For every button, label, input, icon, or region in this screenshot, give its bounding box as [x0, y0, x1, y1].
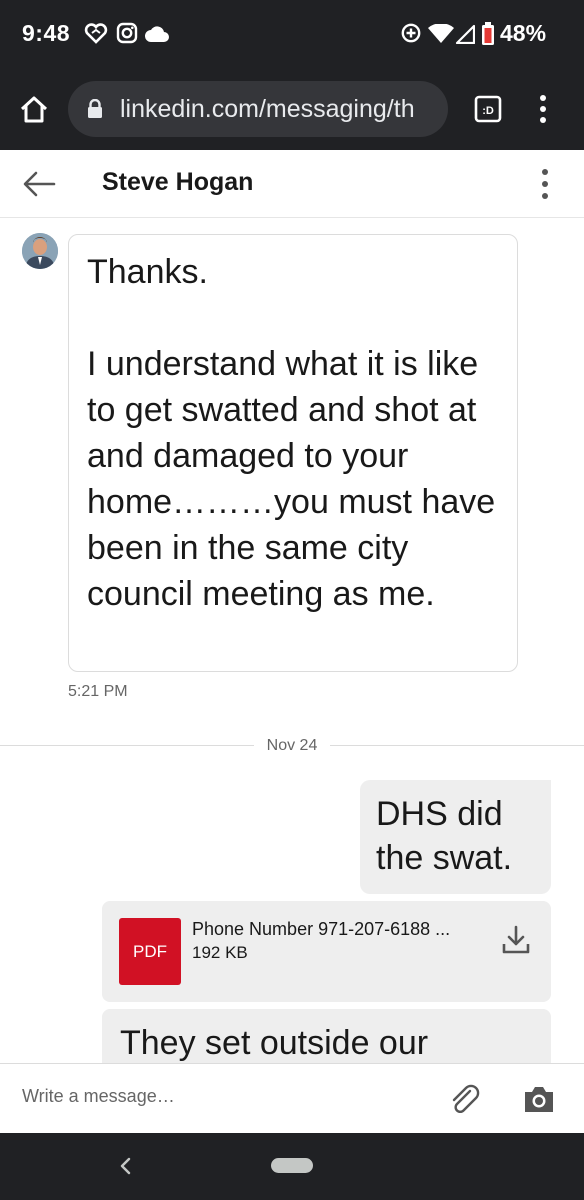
- avatar[interactable]: [22, 233, 58, 269]
- address-bar[interactable]: linkedin.com/messaging/th: [68, 81, 448, 137]
- attachment-file-size: 192 KB: [192, 943, 248, 962]
- status-bar: 9:48 48%: [0, 0, 584, 68]
- message-text: They set outside our: [120, 1024, 429, 1062]
- message-timestamp: 5:21 PM: [68, 683, 128, 700]
- cloud-icon: [145, 26, 169, 47]
- battery-percent: 48%: [500, 20, 547, 46]
- message-text: DHS did the swat.: [376, 795, 513, 877]
- heart-icon: [84, 22, 108, 49]
- message-input[interactable]: [22, 1080, 422, 1112]
- paperclip-icon[interactable]: [448, 1083, 482, 1117]
- signal-icon: [455, 24, 476, 49]
- instagram-icon: [116, 22, 138, 49]
- nav-home-pill[interactable]: [271, 1158, 313, 1173]
- data-saver-icon: [400, 22, 422, 49]
- attachment-file-name: Phone Number 971-207-6188 ...: [192, 919, 451, 939]
- status-time: 9:48: [22, 20, 71, 46]
- message-text: Thanks.: [87, 253, 208, 291]
- tab-switcher-label: :D: [482, 105, 494, 117]
- url-text: linkedin.com/messaging/th: [120, 95, 415, 123]
- system-navigation-bar: [0, 1133, 584, 1200]
- download-icon[interactable]: [500, 924, 532, 956]
- outgoing-message-bubble: DHS did the swat.: [360, 780, 551, 894]
- camera-icon[interactable]: [522, 1084, 556, 1114]
- lock-icon: [87, 98, 103, 124]
- message-text: I understand what it is like to get swat…: [87, 345, 496, 613]
- incoming-message-bubble: Thanks. I understand what it is like to …: [68, 234, 518, 672]
- date-divider: Nov 24: [0, 736, 584, 756]
- home-icon[interactable]: [18, 94, 50, 126]
- message-composer: [0, 1063, 584, 1133]
- battery-icon: [481, 22, 495, 51]
- pdf-file-icon: PDF: [119, 918, 181, 985]
- more-vert-icon[interactable]: [533, 93, 553, 125]
- contact-name[interactable]: Steve Hogan: [102, 168, 253, 197]
- back-arrow-icon[interactable]: [22, 170, 56, 198]
- nav-back-icon[interactable]: [116, 1155, 136, 1177]
- conversation-header: Steve Hogan: [0, 150, 584, 218]
- date-divider-label: Nov 24: [256, 737, 328, 754]
- tab-switcher-icon[interactable]: :D: [473, 94, 503, 124]
- browser-toolbar: linkedin.com/messaging/th :D: [0, 68, 584, 150]
- pdf-attachment[interactable]: PDF Phone Number 971-207-6188 ... 192 KB: [102, 901, 551, 1002]
- wifi-icon: [428, 23, 454, 49]
- more-vert-icon[interactable]: [535, 167, 555, 201]
